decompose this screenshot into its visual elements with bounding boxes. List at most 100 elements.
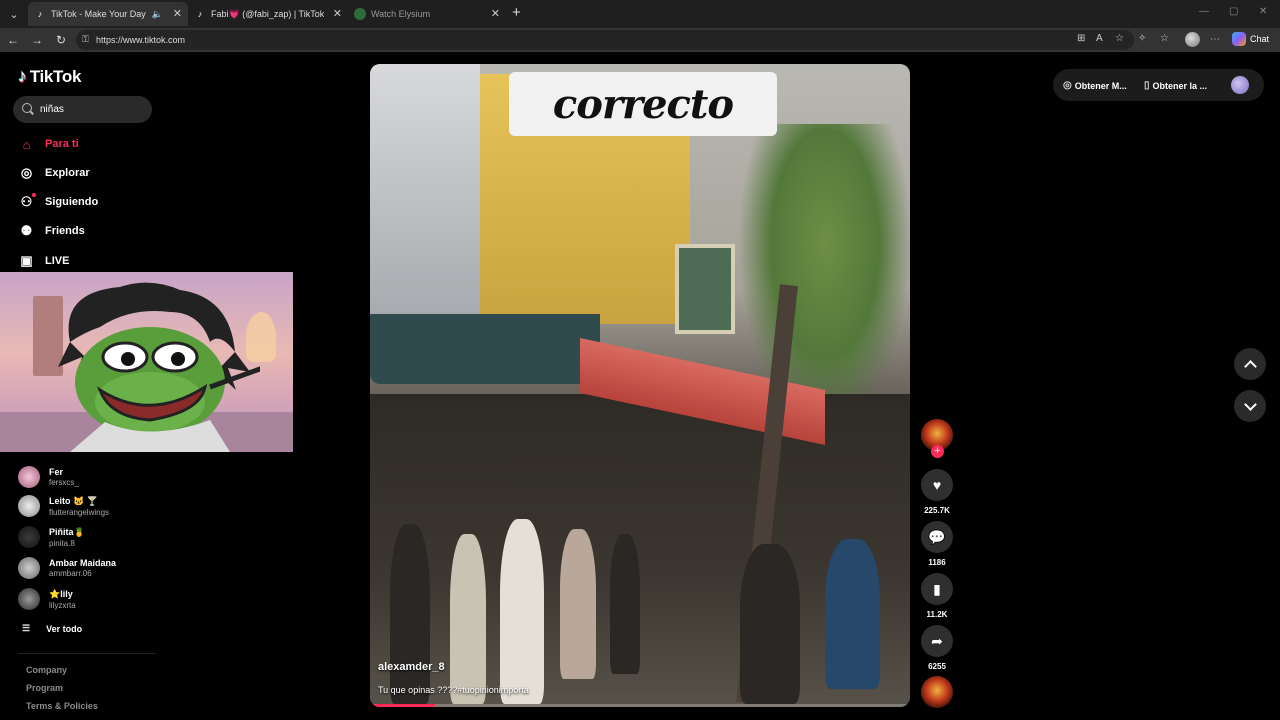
- sidebar-item-para-ti[interactable]: ⌂ Para ti: [18, 134, 79, 154]
- close-tab-icon[interactable]: ✕: [491, 7, 500, 20]
- avatar: [18, 495, 40, 517]
- avatar: [18, 557, 40, 579]
- footer-link-terms[interactable]: Terms & Policies: [26, 701, 98, 711]
- frog-avatar-image: [58, 282, 260, 452]
- following-item[interactable]: Leito 🐱 🍸 flutterangelwings: [18, 495, 109, 517]
- tab-title: TikTok - Make Your Day: [51, 9, 146, 19]
- tab-elysium[interactable]: Watch Elysium ✕: [348, 2, 506, 26]
- compass-icon: ◎: [20, 165, 33, 180]
- get-app-button[interactable]: ▯ Obtener la ...: [1144, 80, 1207, 91]
- coin-icon: ◎: [1063, 80, 1072, 91]
- sidebar-item-label: Friends: [45, 225, 85, 237]
- video-progress-track[interactable]: [370, 704, 910, 707]
- bookmark-icon: ▮: [933, 580, 941, 597]
- search-icon[interactable]: [22, 103, 32, 113]
- logo-text: TikTok: [29, 66, 82, 86]
- avatar: [18, 466, 40, 488]
- tab-list-chevron-icon[interactable]: ⌄: [4, 4, 24, 24]
- close-window-icon[interactable]: ✕: [1259, 6, 1267, 17]
- home-icon: ⌂: [22, 136, 31, 152]
- copilot-chat-button[interactable]: Chat: [1232, 32, 1269, 46]
- video-author[interactable]: alexamder_8: [378, 661, 445, 673]
- person-silhouette: [740, 544, 800, 704]
- comment-button[interactable]: 💬: [921, 521, 953, 553]
- video-description[interactable]: Tu que opinas ????#tuopinionimporta: [378, 685, 529, 695]
- tiktok-favicon-icon: ♪: [37, 9, 43, 19]
- music-disc-icon[interactable]: [921, 676, 953, 708]
- tiktok-logo[interactable]: ♪ TikTok: [18, 66, 81, 87]
- following-username: pinita.8: [49, 538, 75, 548]
- footer-link-company[interactable]: Company: [26, 665, 67, 675]
- tab-fabi[interactable]: ♪ Fabi💗 (@fabi_zap) | TikTok ✕: [188, 2, 348, 26]
- get-coins-button[interactable]: ◎ Obtener M...: [1063, 80, 1127, 91]
- next-video-button[interactable]: [1234, 390, 1266, 422]
- webcam-overlay: [0, 272, 293, 452]
- previous-video-button[interactable]: [1234, 348, 1266, 380]
- apps-icon[interactable]: ⊞: [1077, 33, 1085, 44]
- chat-label: Chat: [1250, 34, 1270, 44]
- chevron-down-icon: [1243, 397, 1257, 411]
- list-icon: ☰: [22, 623, 31, 633]
- get-coins-label: Obtener M...: [1074, 80, 1127, 91]
- forward-arrow-icon[interactable]: →: [29, 32, 45, 48]
- favorite-star-icon[interactable]: ☆: [1115, 33, 1124, 44]
- avatar: [18, 588, 40, 610]
- person-silhouette: [450, 534, 486, 704]
- following-item[interactable]: Fer fersxcs_: [18, 466, 79, 488]
- following-name: Piñita🍍: [49, 526, 85, 537]
- user-profile-avatar[interactable]: [1231, 76, 1249, 94]
- back-arrow-icon[interactable]: ←: [5, 32, 21, 48]
- new-tab-plus-icon[interactable]: +: [512, 4, 521, 21]
- tiktok-note-icon: ♪: [18, 66, 27, 86]
- share-arrow-icon: ➦: [931, 632, 943, 649]
- tab-title: Watch Elysium: [371, 9, 431, 19]
- see-all-link[interactable]: ☰ Ver todo: [22, 623, 82, 634]
- following-username: lilyzxrta: [49, 600, 76, 610]
- share-count: 6255: [928, 662, 946, 671]
- footer-link-program[interactable]: Program: [26, 683, 63, 693]
- following-name: ⭐lily: [49, 588, 73, 599]
- save-button[interactable]: ▮: [921, 573, 953, 605]
- following-username: fersxcs_: [49, 478, 79, 487]
- address-bar[interactable]: ⚿ https://www.tiktok.com: [76, 30, 1134, 50]
- favorites-icon[interactable]: ☆: [1160, 33, 1169, 44]
- person-silhouette: [560, 529, 596, 679]
- site-info-icon[interactable]: ⚿: [82, 34, 89, 45]
- browser-toolbar: ← → ↻ ⚿ https://www.tiktok.com ⊞ A ☆ ✧ ☆: [0, 28, 1280, 52]
- sidebar-item-friends[interactable]: ⚉ Friends: [18, 221, 85, 241]
- sidebar-item-label: Siguiendo: [45, 196, 99, 208]
- like-button[interactable]: ♥: [921, 469, 953, 501]
- following-item[interactable]: Ambar Maidana ammbarr.06: [18, 557, 116, 579]
- sidebar-item-live[interactable]: ▣ LIVE: [18, 251, 69, 271]
- close-tab-icon[interactable]: ✕: [173, 7, 182, 20]
- sidebar-item-label: Para ti: [45, 138, 79, 150]
- following-name: Ambar Maidana: [49, 558, 117, 568]
- browser-profile-avatar[interactable]: [1185, 32, 1200, 47]
- url-text: https://www.tiktok.com: [96, 35, 186, 45]
- following-item[interactable]: ⭐lily lilyzxrta: [18, 588, 76, 610]
- close-tab-icon[interactable]: ✕: [333, 7, 342, 20]
- speaker-icon[interactable]: 🔈: [152, 9, 163, 20]
- save-count: 11.2K: [926, 610, 948, 619]
- translate-icon[interactable]: A: [1096, 33, 1103, 44]
- sidebar-item-label: Explorar: [45, 167, 90, 179]
- share-button[interactable]: ➦: [921, 625, 953, 657]
- person-silhouette: [500, 519, 544, 704]
- sidebar-item-label: LIVE: [45, 255, 70, 267]
- maximize-icon[interactable]: ▢: [1229, 6, 1238, 17]
- elysium-favicon-icon: [354, 8, 366, 20]
- heart-icon: ♥: [932, 477, 942, 493]
- friends-icon: ⚉: [20, 223, 33, 238]
- extensions-icon[interactable]: ✧: [1138, 33, 1146, 44]
- tab-tiktok[interactable]: ♪ TikTok - Make Your Day 🔈 ✕: [28, 2, 188, 26]
- video-player[interactable]: correcto alexamder_8 Tu que opinas ????#…: [370, 64, 910, 707]
- minimize-icon[interactable]: —: [1199, 6, 1209, 17]
- following-item[interactable]: Piñita🍍 pinita.8: [18, 526, 85, 548]
- video-progress-fill: [370, 704, 435, 707]
- more-menu-icon[interactable]: ⋯: [1210, 34, 1220, 45]
- reload-icon[interactable]: ↻: [53, 32, 69, 48]
- sidebar-item-explorar[interactable]: ◎ Explorar: [18, 163, 90, 183]
- search-input[interactable]: niñas: [13, 96, 152, 123]
- sidebar-item-siguiendo[interactable]: ⚇ Siguiendo: [18, 192, 98, 212]
- follow-plus-icon[interactable]: +: [931, 445, 944, 458]
